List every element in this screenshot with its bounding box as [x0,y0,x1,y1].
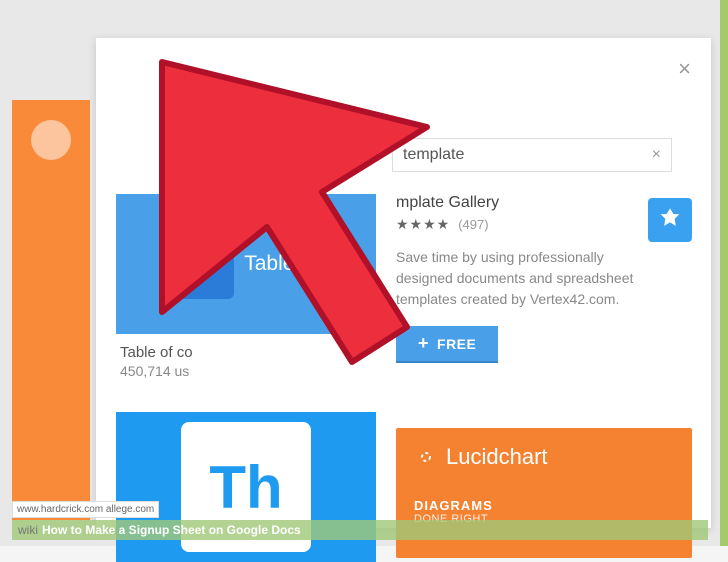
google-sidebar [12,100,90,520]
lucidchart-icon [414,445,438,469]
free-button-label: FREE [437,336,476,352]
clear-search-icon[interactable]: × [642,146,671,164]
addon-result-template-gallery: mplate Gallery ★★★★ (497) Save time by u… [396,194,692,363]
lucidchart-brand: Lucidchart [414,444,674,470]
source-watermark: www.hardcrick.com allege.com [12,501,159,518]
lucidchart-tagline: DIAGRAMS [414,498,674,513]
vertex-icon [648,198,692,242]
star-icons: ★★★★ [396,216,450,233]
page-frame: × × Table of Table of co 450,714 us mpla… [0,0,728,546]
close-icon[interactable]: × [678,56,691,82]
addon-title: Table of co [120,344,372,361]
addon-tile-text: Table of [244,252,318,276]
result-description: Save time by using professionally design… [396,247,646,310]
lucidchart-label: Lucidchart [446,444,548,470]
search-input[interactable] [393,140,642,170]
caption-prefix: wiki [18,523,38,537]
install-free-button[interactable]: + FREE [396,326,498,363]
addon-tile-icon [174,229,234,299]
plus-icon: + [418,333,429,354]
search-box[interactable]: × [392,138,672,172]
sidebar-decor [31,120,71,160]
webstore-modal: × × Table of Table of co 450,714 us mpla… [96,38,711,528]
addon-tile: Table of [116,194,376,334]
addon-meta: Table of co 450,714 us [116,334,376,389]
wikihow-caption: wiki How to Make a Signup Sheet on Googl… [12,520,708,540]
addon-users: 450,714 us [120,363,372,379]
rating-count: (497) [458,217,488,232]
addon-card-table-of-contents[interactable]: Table of Table of co 450,714 us [116,194,376,389]
caption-text: How to Make a Signup Sheet on Google Doc… [42,523,301,537]
